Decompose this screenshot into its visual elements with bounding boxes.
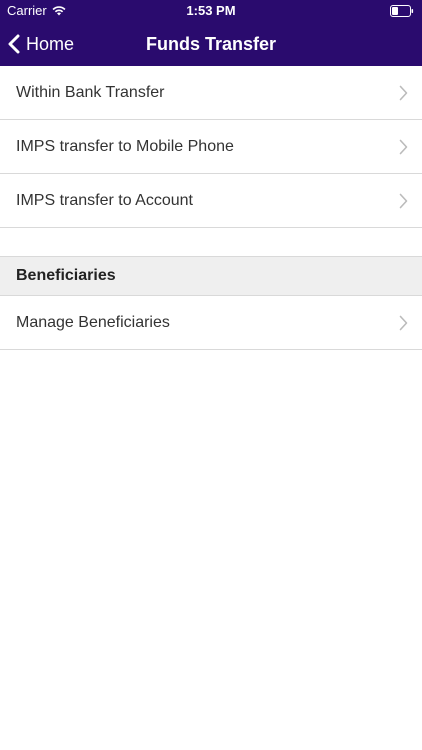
status-time: 1:53 PM [186,3,236,18]
battery-icon [390,5,414,17]
section-spacer [0,228,422,257]
funds-transfer-screen: Carrier 1:53 PM Home Funds Transfer With… [0,0,422,750]
list-item-label: IMPS transfer to Account [16,191,193,209]
within-bank-transfer-item[interactable]: Within Bank Transfer [0,66,422,120]
back-button[interactable]: Home [8,22,74,66]
imps-mobile-transfer-item[interactable]: IMPS transfer to Mobile Phone [0,120,422,174]
section-header-label: Beneficiaries [16,267,116,284]
back-button-label: Home [26,33,75,54]
navigation-bar: Home Funds Transfer [0,22,422,66]
funds-transfer-list: Within Bank Transfer IMPS transfer to Mo… [0,66,422,350]
chevron-right-icon [399,85,408,100]
chevron-right-icon [399,139,408,154]
imps-account-transfer-item[interactable]: IMPS transfer to Account [0,174,422,228]
list-item-label: Manage Beneficiaries [16,313,170,331]
app-header: Carrier 1:53 PM Home Funds Transfer [0,0,422,66]
status-bar: Carrier 1:53 PM [0,0,422,22]
list-item-label: IMPS transfer to Mobile Phone [16,137,234,155]
chevron-right-icon [399,193,408,208]
beneficiaries-section-header: Beneficiaries [0,257,422,296]
list-item-label: Within Bank Transfer [16,83,165,101]
chevron-right-icon [399,315,408,330]
chevron-left-icon [8,34,20,54]
manage-beneficiaries-item[interactable]: Manage Beneficiaries [0,296,422,350]
